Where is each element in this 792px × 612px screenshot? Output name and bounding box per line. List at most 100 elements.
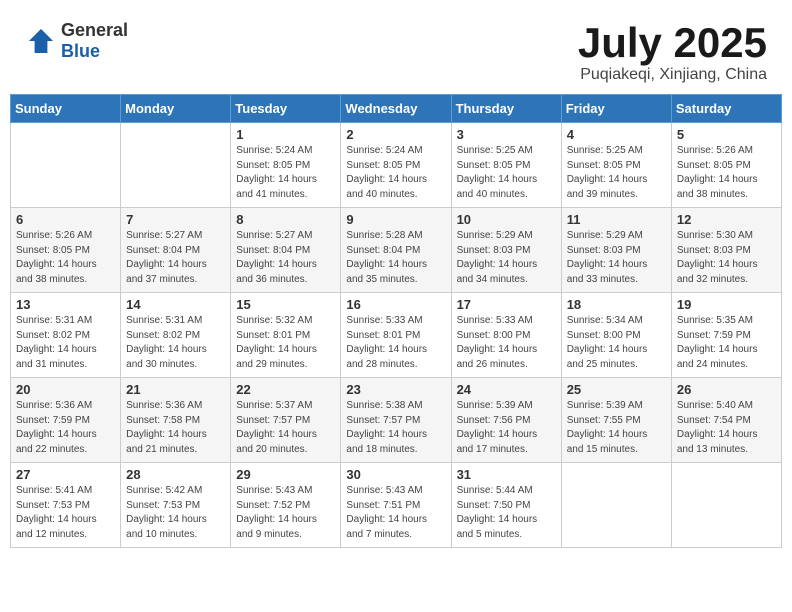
calendar-cell: 20 Sunrise: 5:36 AMSunset: 7:59 PMDayligh… <box>11 378 121 463</box>
calendar-cell: 8 Sunrise: 5:27 AMSunset: 8:04 PMDaylight… <box>231 208 341 293</box>
day-number: 15 <box>236 297 335 312</box>
day-number: 27 <box>16 467 115 482</box>
calendar-cell: 4 Sunrise: 5:25 AMSunset: 8:05 PMDaylight… <box>561 123 671 208</box>
day-number: 17 <box>457 297 556 312</box>
day-info: Sunrise: 5:25 AMSunset: 8:05 PMDaylight:… <box>567 144 666 202</box>
day-number: 31 <box>457 467 556 482</box>
day-info: Sunrise: 5:29 AMSunset: 8:03 PMDaylight:… <box>457 229 556 287</box>
day-number: 21 <box>126 382 225 397</box>
day-number: 4 <box>567 127 666 142</box>
calendar-cell: 21 Sunrise: 5:36 AMSunset: 7:58 PMDayligh… <box>121 378 231 463</box>
day-number: 19 <box>677 297 776 312</box>
calendar-cell: 16Sunrise: 5:33 AMSunset: 8:01 PMDayligh… <box>341 293 451 378</box>
day-info: Sunrise: 5:43 AMSunset: 7:51 PMDaylight:… <box>346 484 445 542</box>
calendar-cell <box>11 123 121 208</box>
day-number: 18 <box>567 297 666 312</box>
day-info: Sunrise: 5:34 AMSunset: 8:00 PMDaylight:… <box>567 314 666 372</box>
day-info: Sunrise: 5:37 AMSunset: 7:57 PMDaylight:… <box>236 399 335 457</box>
day-number: 3 <box>457 127 556 142</box>
logo-icon <box>25 25 57 57</box>
weekday-header-row: SundayMondayTuesdayWednesdayThursdayFrid… <box>11 95 782 123</box>
calendar-cell: 28Sunrise: 5:42 AMSunset: 7:53 PMDayligh… <box>121 463 231 548</box>
calendar-cell: 23 Sunrise: 5:38 AMSunset: 7:57 PMDayligh… <box>341 378 451 463</box>
calendar-cell <box>671 463 781 548</box>
day-number: 16 <box>346 297 445 312</box>
weekday-header-tuesday: Tuesday <box>231 95 341 123</box>
day-info: Sunrise: 5:36 AMSunset: 7:59 PMDaylight:… <box>16 399 115 457</box>
calendar-cell: 11 Sunrise: 5:29 AMSunset: 8:03 PMDayligh… <box>561 208 671 293</box>
day-info: Sunrise: 5:26 AMSunset: 8:05 PMDaylight:… <box>16 229 115 287</box>
day-number: 24 <box>457 382 556 397</box>
day-number: 12 <box>677 212 776 227</box>
day-number: 20 <box>16 382 115 397</box>
day-number: 23 <box>346 382 445 397</box>
day-number: 5 <box>677 127 776 142</box>
week-row-5: 27 Sunrise: 5:41 AMSunset: 7:53 PMDayligh… <box>11 463 782 548</box>
day-number: 14 <box>126 297 225 312</box>
calendar-cell: 15 Sunrise: 5:32 AMSunset: 8:01 PMDayligh… <box>231 293 341 378</box>
day-info: Sunrise: 5:35 AMSunset: 7:59 PMDaylight:… <box>677 314 776 372</box>
day-info: Sunrise: 5:29 AMSunset: 8:03 PMDaylight:… <box>567 229 666 287</box>
calendar-cell: 12 Sunrise: 5:30 AMSunset: 8:03 PMDayligh… <box>671 208 781 293</box>
location: Puqiakeqi, Xinjiang, China <box>578 66 767 84</box>
day-info: Sunrise: 5:44 AMSunset: 7:50 PMDaylight:… <box>457 484 556 542</box>
logo-blue: Blue <box>61 41 128 62</box>
day-number: 29 <box>236 467 335 482</box>
calendar-cell: 19 Sunrise: 5:35 AMSunset: 7:59 PMDayligh… <box>671 293 781 378</box>
day-number: 30 <box>346 467 445 482</box>
weekday-header-wednesday: Wednesday <box>341 95 451 123</box>
weekday-header-monday: Monday <box>121 95 231 123</box>
day-info: Sunrise: 5:27 AMSunset: 8:04 PMDaylight:… <box>126 229 225 287</box>
day-info: Sunrise: 5:43 AMSunset: 7:52 PMDaylight:… <box>236 484 335 542</box>
week-row-2: 6 Sunrise: 5:26 AMSunset: 8:05 PMDaylight… <box>11 208 782 293</box>
day-number: 11 <box>567 212 666 227</box>
day-info: Sunrise: 5:32 AMSunset: 8:01 PMDaylight:… <box>236 314 335 372</box>
day-info: Sunrise: 5:42 AMSunset: 7:53 PMDaylight:… <box>126 484 225 542</box>
calendar: SundayMondayTuesdayWednesdayThursdayFrid… <box>10 94 782 548</box>
day-info: Sunrise: 5:28 AMSunset: 8:04 PMDaylight:… <box>346 229 445 287</box>
weekday-header-thursday: Thursday <box>451 95 561 123</box>
day-info: Sunrise: 5:40 AMSunset: 7:54 PMDaylight:… <box>677 399 776 457</box>
day-info: Sunrise: 5:31 AMSunset: 8:02 PMDaylight:… <box>126 314 225 372</box>
month-title: July 2025 <box>578 20 767 66</box>
week-row-3: 13Sunrise: 5:31 AMSunset: 8:02 PMDayligh… <box>11 293 782 378</box>
weekday-header-friday: Friday <box>561 95 671 123</box>
day-number: 6 <box>16 212 115 227</box>
day-info: Sunrise: 5:39 AMSunset: 7:56 PMDaylight:… <box>457 399 556 457</box>
day-info: Sunrise: 5:26 AMSunset: 8:05 PMDaylight:… <box>677 144 776 202</box>
day-info: Sunrise: 5:33 AMSunset: 8:00 PMDaylight:… <box>457 314 556 372</box>
logo: General Blue <box>25 20 128 62</box>
calendar-cell: 6 Sunrise: 5:26 AMSunset: 8:05 PMDaylight… <box>11 208 121 293</box>
calendar-cell: 29 Sunrise: 5:43 AMSunset: 7:52 PMDayligh… <box>231 463 341 548</box>
day-info: Sunrise: 5:24 AMSunset: 8:05 PMDaylight:… <box>346 144 445 202</box>
page-header: General Blue July 2025 Puqiakeqi, Xinjia… <box>10 10 782 89</box>
logo-text: General Blue <box>61 20 128 62</box>
calendar-cell: 18 Sunrise: 5:34 AMSunset: 8:00 PMDayligh… <box>561 293 671 378</box>
day-info: Sunrise: 5:30 AMSunset: 8:03 PMDaylight:… <box>677 229 776 287</box>
day-number: 8 <box>236 212 335 227</box>
calendar-cell: 25 Sunrise: 5:39 AMSunset: 7:55 PMDayligh… <box>561 378 671 463</box>
day-info: Sunrise: 5:25 AMSunset: 8:05 PMDaylight:… <box>457 144 556 202</box>
day-info: Sunrise: 5:41 AMSunset: 7:53 PMDaylight:… <box>16 484 115 542</box>
day-info: Sunrise: 5:39 AMSunset: 7:55 PMDaylight:… <box>567 399 666 457</box>
day-info: Sunrise: 5:24 AMSunset: 8:05 PMDaylight:… <box>236 144 335 202</box>
title-block: July 2025 Puqiakeqi, Xinjiang, China <box>578 20 767 84</box>
day-info: Sunrise: 5:38 AMSunset: 7:57 PMDaylight:… <box>346 399 445 457</box>
calendar-cell: 26Sunrise: 5:40 AMSunset: 7:54 PMDayligh… <box>671 378 781 463</box>
calendar-cell: 24 Sunrise: 5:39 AMSunset: 7:56 PMDayligh… <box>451 378 561 463</box>
week-row-1: 1 Sunrise: 5:24 AMSunset: 8:05 PMDaylight… <box>11 123 782 208</box>
day-number: 7 <box>126 212 225 227</box>
day-info: Sunrise: 5:27 AMSunset: 8:04 PMDaylight:… <box>236 229 335 287</box>
calendar-cell: 30 Sunrise: 5:43 AMSunset: 7:51 PMDayligh… <box>341 463 451 548</box>
weekday-header-saturday: Saturday <box>671 95 781 123</box>
calendar-cell: 17 Sunrise: 5:33 AMSunset: 8:00 PMDayligh… <box>451 293 561 378</box>
week-row-4: 20 Sunrise: 5:36 AMSunset: 7:59 PMDayligh… <box>11 378 782 463</box>
calendar-cell: 22Sunrise: 5:37 AMSunset: 7:57 PMDayligh… <box>231 378 341 463</box>
calendar-cell: 31 Sunrise: 5:44 AMSunset: 7:50 PMDayligh… <box>451 463 561 548</box>
calendar-cell <box>121 123 231 208</box>
calendar-cell: 27 Sunrise: 5:41 AMSunset: 7:53 PMDayligh… <box>11 463 121 548</box>
day-number: 25 <box>567 382 666 397</box>
day-number: 1 <box>236 127 335 142</box>
day-number: 10 <box>457 212 556 227</box>
day-info: Sunrise: 5:36 AMSunset: 7:58 PMDaylight:… <box>126 399 225 457</box>
